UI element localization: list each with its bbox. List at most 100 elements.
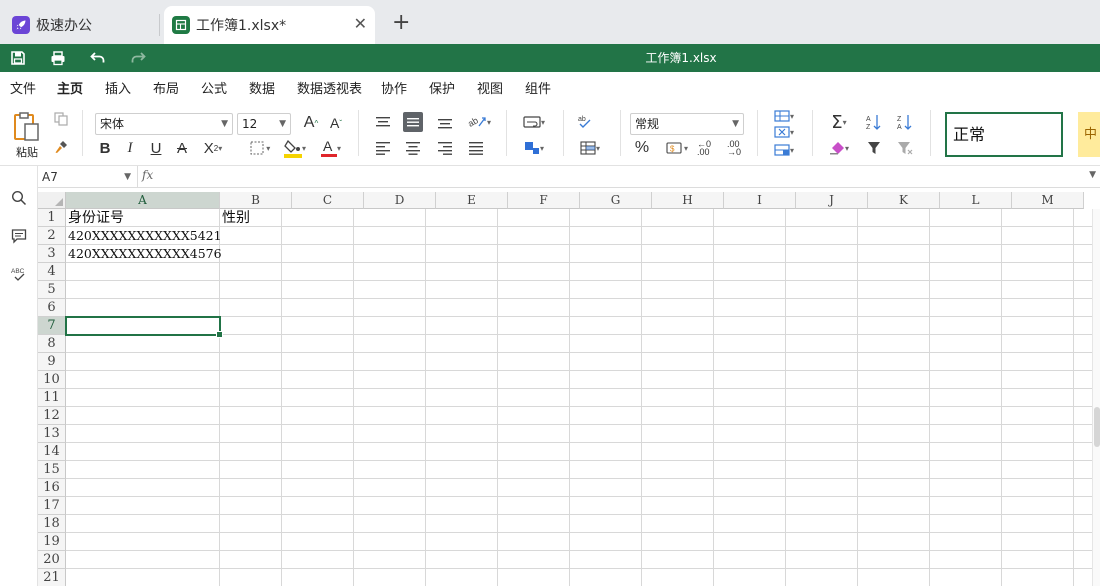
delete-cells-icon[interactable]: ▾ bbox=[768, 124, 800, 140]
tab-workbook[interactable]: 工作簿1.xlsx* ✕ bbox=[164, 6, 375, 44]
row-header-12[interactable]: 12 bbox=[38, 407, 66, 425]
save-icon[interactable] bbox=[8, 48, 28, 68]
row-header-21[interactable]: 21 bbox=[38, 569, 66, 586]
row-header-19[interactable]: 19 bbox=[38, 533, 66, 551]
row-header-17[interactable]: 17 bbox=[38, 497, 66, 515]
cell-a2[interactable]: 420XXXXXXXXXXX5421 bbox=[66, 227, 222, 245]
subscript-icon[interactable]: X 2 ▾ bbox=[199, 138, 227, 158]
tab-home[interactable]: 极速办公 bbox=[0, 6, 160, 44]
paste-icon[interactable] bbox=[10, 110, 44, 144]
number-format-select[interactable]: 常规 ▼ bbox=[630, 113, 744, 135]
currency-icon[interactable]: $ ▾ bbox=[662, 138, 692, 158]
cell-a3[interactable]: 420XXXXXXXXXXX4576 bbox=[66, 245, 222, 263]
copy-icon[interactable] bbox=[52, 110, 70, 128]
insert-function-icon[interactable]: fx bbox=[142, 168, 158, 186]
sort-ascending-icon[interactable]: AZ bbox=[864, 112, 884, 132]
search-icon[interactable] bbox=[9, 188, 29, 208]
cell-area[interactable] bbox=[66, 209, 1100, 586]
column-header-c[interactable]: C bbox=[292, 192, 364, 209]
sort-descending-icon[interactable]: ZA bbox=[895, 112, 915, 132]
align-left-icon[interactable] bbox=[373, 138, 393, 158]
paste-label[interactable]: 粘贴 bbox=[16, 144, 38, 160]
row-header-8[interactable]: 8 bbox=[38, 335, 66, 353]
column-header-b[interactable]: B bbox=[220, 192, 292, 209]
row-header-1[interactable]: 1 bbox=[38, 209, 66, 227]
font-name-select[interactable]: 宋体 ▼ bbox=[95, 113, 233, 135]
row-header-9[interactable]: 9 bbox=[38, 353, 66, 371]
menu-file[interactable]: 文件 bbox=[10, 78, 36, 97]
column-header-a[interactable]: A bbox=[66, 192, 220, 209]
redo-icon[interactable] bbox=[128, 48, 148, 68]
expand-formula-icon[interactable]: ▼ bbox=[1089, 170, 1096, 180]
format-cells-icon[interactable]: ▾ bbox=[768, 142, 800, 158]
align-bottom-icon[interactable] bbox=[435, 112, 455, 132]
menu-layout[interactable]: 布局 bbox=[153, 78, 179, 97]
increase-decimal-icon[interactable]: ←0.00 bbox=[694, 138, 714, 158]
align-top-icon[interactable] bbox=[373, 112, 393, 132]
font-color-icon[interactable]: A ▾ bbox=[316, 136, 346, 160]
merge-cells-icon[interactable]: ▾ bbox=[518, 138, 550, 158]
select-all-button[interactable] bbox=[38, 192, 66, 209]
undo-icon[interactable] bbox=[88, 48, 108, 68]
wrap-text-icon[interactable]: ▾ bbox=[518, 112, 550, 132]
row-header-16[interactable]: 16 bbox=[38, 479, 66, 497]
menu-data[interactable]: 数据 bbox=[249, 78, 275, 97]
bold-icon[interactable]: B bbox=[96, 138, 114, 158]
underline-icon[interactable]: U bbox=[147, 138, 165, 158]
column-header-k[interactable]: K bbox=[868, 192, 940, 209]
row-header-2[interactable]: 2 bbox=[38, 227, 66, 245]
autosum-icon[interactable]: Σ ▾ bbox=[824, 112, 854, 133]
row-header-18[interactable]: 18 bbox=[38, 515, 66, 533]
menu-formula[interactable]: 公式 bbox=[201, 78, 227, 97]
row-header-13[interactable]: 13 bbox=[38, 425, 66, 443]
decrease-font-icon[interactable]: Aˇ bbox=[326, 112, 346, 134]
decrease-decimal-icon[interactable]: .00 →0 bbox=[724, 138, 744, 158]
table-format-icon[interactable]: ▾ bbox=[574, 138, 606, 158]
new-tab-button[interactable]: + bbox=[392, 12, 410, 34]
cell-b1[interactable]: 性别 bbox=[220, 209, 292, 227]
cell-a1[interactable]: 身份证号 bbox=[66, 209, 220, 227]
filter-icon[interactable] bbox=[864, 138, 884, 158]
scrollbar-thumb[interactable] bbox=[1094, 407, 1100, 447]
border-icon[interactable]: ▾ bbox=[245, 138, 275, 158]
comment-icon[interactable] bbox=[9, 226, 29, 246]
row-header-6[interactable]: 6 bbox=[38, 299, 66, 317]
menu-pivot-table[interactable]: 数据透视表 bbox=[297, 78, 362, 97]
column-header-f[interactable]: F bbox=[508, 192, 580, 209]
insert-cells-icon[interactable]: ▾ bbox=[768, 108, 800, 124]
name-box[interactable]: A7 ▼ bbox=[38, 166, 138, 188]
format-painter-icon[interactable] bbox=[52, 138, 70, 156]
column-header-h[interactable]: H bbox=[652, 192, 724, 209]
row-header-4[interactable]: 4 bbox=[38, 263, 66, 281]
spell-check-icon[interactable]: ab bbox=[574, 112, 596, 132]
align-center-icon[interactable] bbox=[403, 138, 423, 158]
column-header-m[interactable]: M bbox=[1012, 192, 1084, 209]
column-a-cells[interactable] bbox=[66, 209, 220, 586]
align-middle-icon[interactable] bbox=[403, 112, 423, 132]
fill-color-icon[interactable]: ▾ bbox=[280, 136, 310, 160]
justify-icon[interactable] bbox=[466, 138, 486, 158]
menu-protect[interactable]: 保护 bbox=[429, 78, 455, 97]
column-header-j[interactable]: J bbox=[796, 192, 868, 209]
row-header-14[interactable]: 14 bbox=[38, 443, 66, 461]
increase-font-icon[interactable]: A ^ bbox=[301, 112, 321, 134]
row-header-11[interactable]: 11 bbox=[38, 389, 66, 407]
formula-input[interactable] bbox=[162, 166, 1082, 188]
strikethrough-icon[interactable]: A bbox=[173, 138, 191, 158]
cell-style-normal[interactable]: 正常 bbox=[945, 112, 1063, 157]
menu-insert[interactable]: 插入 bbox=[105, 78, 131, 97]
row-header-7[interactable]: 7 bbox=[38, 317, 66, 335]
active-cell-a7[interactable] bbox=[65, 316, 223, 338]
row-header-15[interactable]: 15 bbox=[38, 461, 66, 479]
menu-view[interactable]: 视图 bbox=[477, 78, 503, 97]
menu-home[interactable]: 主页 bbox=[57, 78, 84, 103]
percent-icon[interactable]: % bbox=[632, 138, 652, 158]
row-header-3[interactable]: 3 bbox=[38, 245, 66, 263]
spellcheck-icon[interactable]: ABC bbox=[9, 264, 29, 284]
menu-collaborate[interactable]: 协作 bbox=[381, 78, 407, 97]
print-icon[interactable] bbox=[48, 48, 68, 68]
italic-icon[interactable]: I bbox=[121, 138, 139, 158]
column-header-d[interactable]: D bbox=[364, 192, 436, 209]
column-header-g[interactable]: G bbox=[580, 192, 652, 209]
row-header-10[interactable]: 10 bbox=[38, 371, 66, 389]
